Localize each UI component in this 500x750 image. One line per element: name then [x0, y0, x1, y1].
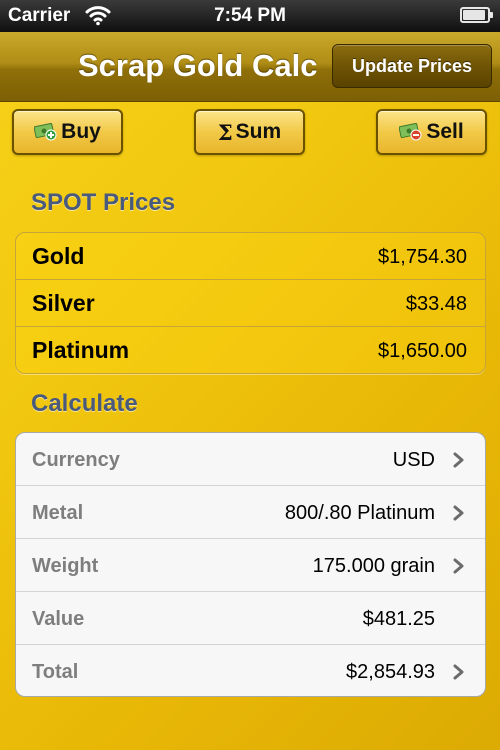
spot-name: Platinum: [32, 337, 130, 363]
spot-price: $33.48: [405, 293, 467, 315]
sigma-icon: Σ: [217, 119, 233, 145]
spot-row-platinum: Platinum $1,650.00: [16, 327, 485, 373]
sum-label: Sum: [235, 120, 282, 143]
money-plus-icon: [34, 123, 57, 141]
calculate-header: Calculate: [31, 390, 138, 417]
spot-prices-header: SPOT Prices: [31, 189, 176, 216]
battery-icon: [460, 7, 493, 23]
page-title: Scrap Gold Calc: [78, 48, 318, 83]
calc-label: Value: [32, 608, 85, 630]
calc-value: $2,854.93: [346, 661, 435, 683]
calc-value: USD: [392, 449, 435, 471]
chevron-right-icon: [453, 558, 464, 574]
calc-row-total[interactable]: Total $2,854.93: [16, 645, 485, 696]
spot-row-silver: Silver $33.48: [16, 280, 485, 327]
calc-row-weight[interactable]: Weight 175.000 grain: [16, 539, 485, 592]
buy-label: Buy: [61, 120, 101, 143]
spot-prices-list: Gold $1,754.30 Silver $33.48 Platinum $1…: [15, 232, 486, 374]
chevron-right-icon: [453, 505, 464, 521]
money-minus-icon: [399, 123, 422, 141]
calc-value: 175.000 grain: [312, 555, 435, 577]
sell-button[interactable]: Sell: [376, 109, 487, 155]
buy-button[interactable]: Buy: [12, 109, 123, 155]
sum-button[interactable]: Σ Sum: [194, 109, 305, 155]
calc-row-value: Value $481.25: [16, 592, 485, 645]
sell-label: Sell: [426, 120, 464, 143]
calc-label: Currency: [32, 449, 120, 471]
status-bar: Carrier 7:54 PM: [0, 0, 500, 32]
calc-row-metal[interactable]: Metal 800/.80 Platinum: [16, 486, 485, 539]
chevron-right-icon: [453, 452, 464, 468]
spot-row-gold: Gold $1,754.30: [16, 233, 485, 280]
calc-label: Total: [32, 661, 79, 683]
calc-label: Metal: [32, 502, 84, 524]
spot-price: $1,650.00: [378, 340, 467, 362]
calc-value: $481.25: [362, 608, 435, 630]
update-prices-button[interactable]: Update Prices: [332, 44, 492, 88]
spot-price: $1,754.30: [378, 246, 467, 268]
spot-name: Gold: [32, 243, 85, 269]
calc-label: Weight: [32, 555, 99, 577]
spot-name: Silver: [32, 290, 95, 316]
calc-value: 800/.80 Platinum: [284, 502, 435, 524]
chevron-right-icon: [453, 664, 464, 680]
calculate-list: Currency USD Metal 800/.80 Platinum Weig…: [15, 432, 486, 697]
navigation-bar: Scrap Gold Calc Update Prices: [0, 32, 500, 102]
clock: 7:54 PM: [214, 5, 286, 26]
calc-row-currency[interactable]: Currency USD: [16, 433, 485, 486]
